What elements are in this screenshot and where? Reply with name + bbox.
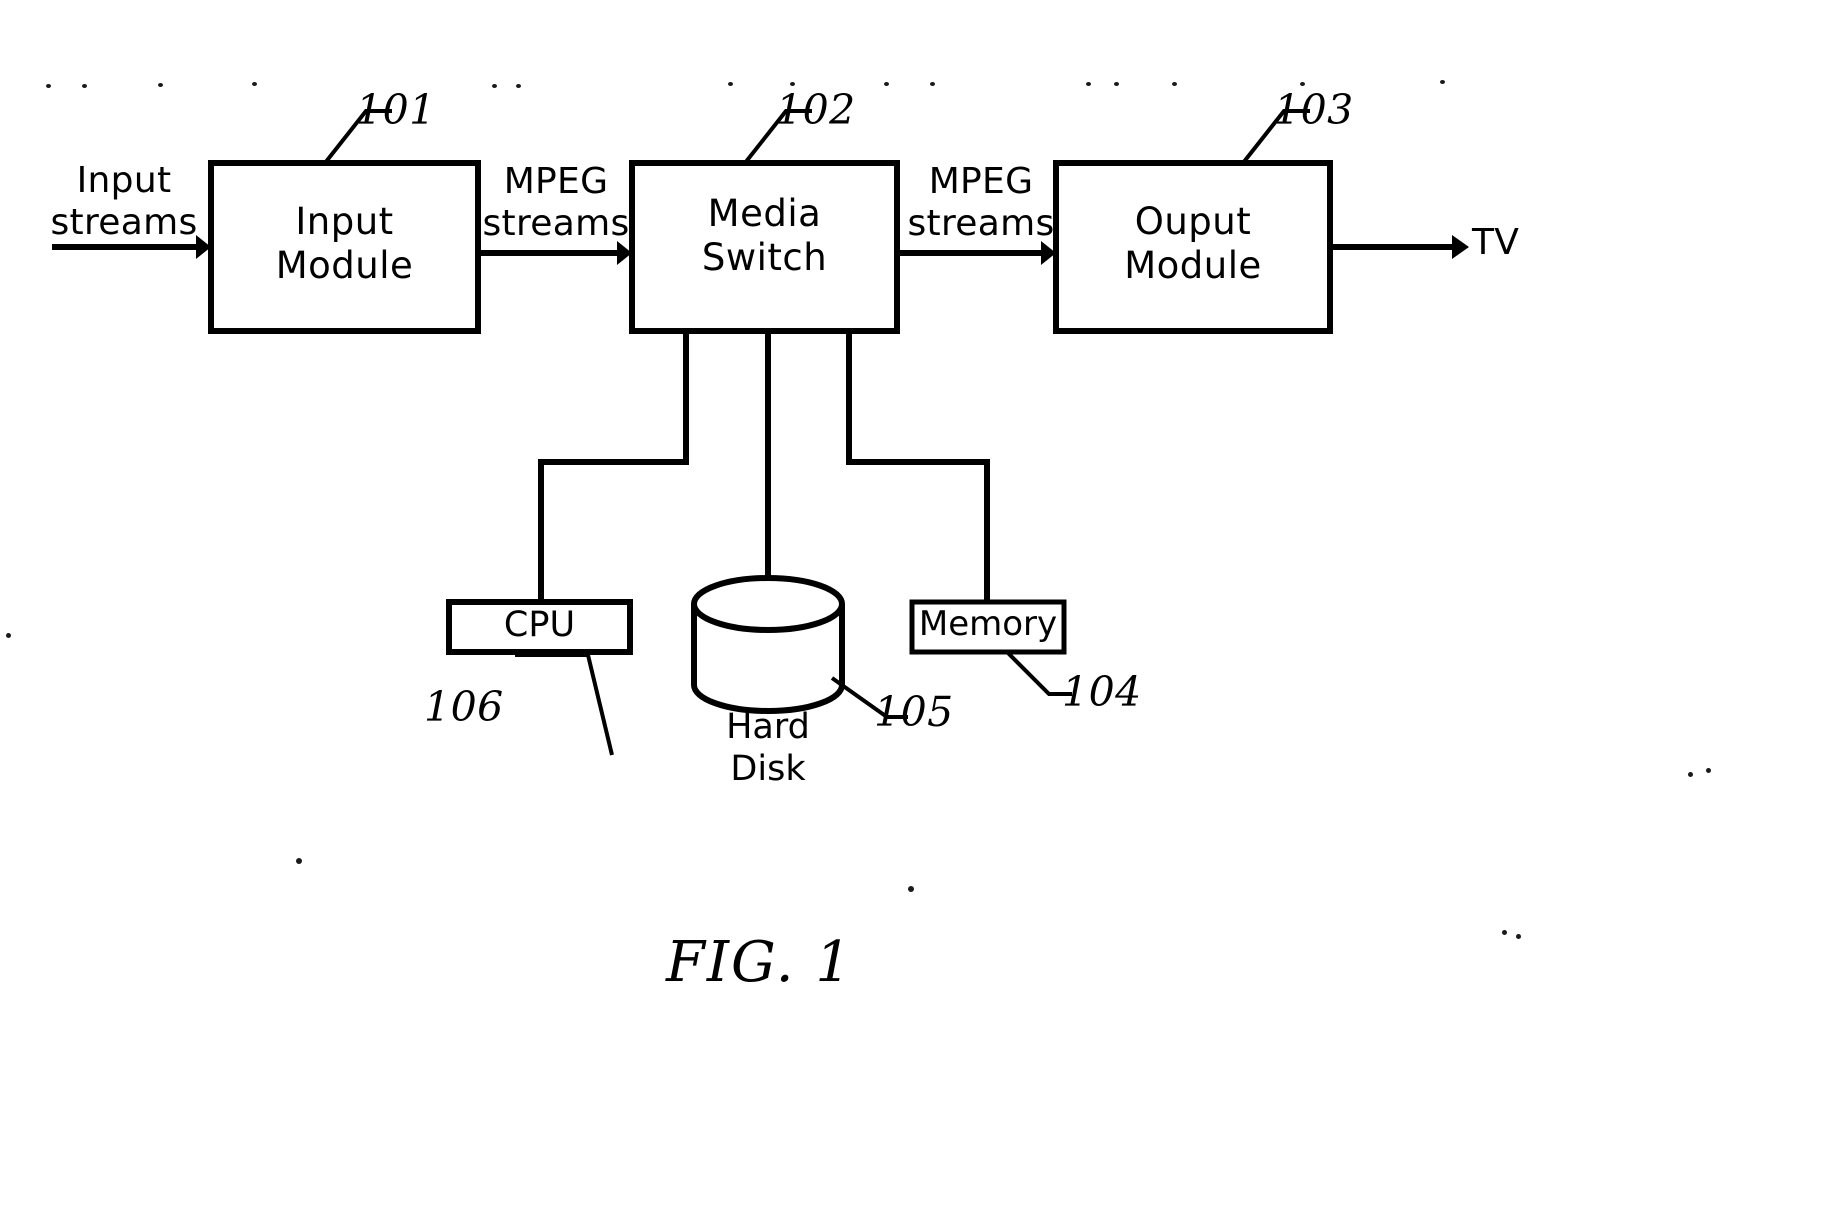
scan-speck xyxy=(1114,82,1119,86)
scan-speck xyxy=(6,633,11,638)
scan-speck xyxy=(82,84,87,88)
cpu-label: CPU xyxy=(503,605,576,645)
scan-speck xyxy=(492,84,497,88)
scan-speck xyxy=(728,82,733,86)
tv-output-label: TV xyxy=(1472,222,1520,263)
input-streams-label: Input streams xyxy=(50,160,198,243)
scan-speck xyxy=(46,84,51,88)
scan-speck xyxy=(930,82,935,86)
reference-numeral-106: 106 xyxy=(424,683,504,731)
patent-figure-1: Input Module Media Switch Ouput Module C… xyxy=(0,0,1833,1209)
mpeg-streams-right-label: MPEG streams xyxy=(907,161,1055,244)
mpeg-streams-right-arrow xyxy=(897,241,1056,265)
leader-line-106 xyxy=(515,653,614,756)
scan-speck xyxy=(1516,934,1521,939)
media-switch-box xyxy=(629,160,900,334)
scan-speck xyxy=(296,858,302,864)
figure-caption: FIG. 1 xyxy=(666,930,853,995)
hard-disk-cylinder xyxy=(691,575,845,714)
hard-disk-label: Hard Disk xyxy=(726,707,810,789)
scan-speck xyxy=(884,82,889,86)
reference-numeral-101: 101 xyxy=(356,86,436,134)
tv-output-arrow xyxy=(1330,235,1469,259)
reference-numeral-102: 102 xyxy=(776,86,856,134)
reference-numeral-104: 104 xyxy=(1062,668,1142,716)
connector-media-switch-memory xyxy=(846,331,990,602)
scan-speck xyxy=(1706,768,1711,773)
memory-label: Memory xyxy=(918,604,1058,644)
scan-speck xyxy=(908,886,914,892)
mpeg-streams-left-arrow xyxy=(478,241,632,265)
reference-numeral-105: 105 xyxy=(874,688,954,736)
scan-speck xyxy=(1502,930,1507,935)
scan-speck xyxy=(1086,82,1091,86)
connector-media-switch-cpu xyxy=(538,331,689,602)
scan-speck xyxy=(1172,82,1177,86)
input-module-box xyxy=(208,160,481,334)
scan-speck xyxy=(158,83,163,87)
reference-numeral-103: 103 xyxy=(1274,86,1354,134)
scan-speck xyxy=(516,84,521,88)
scan-speck xyxy=(1688,772,1693,777)
scan-speck xyxy=(252,82,257,86)
scan-speck xyxy=(790,82,795,86)
mpeg-streams-left-label: MPEG streams xyxy=(482,161,630,244)
scan-speck xyxy=(1300,82,1305,86)
ouput-module-box xyxy=(1053,160,1333,334)
scan-speck xyxy=(1440,80,1445,84)
